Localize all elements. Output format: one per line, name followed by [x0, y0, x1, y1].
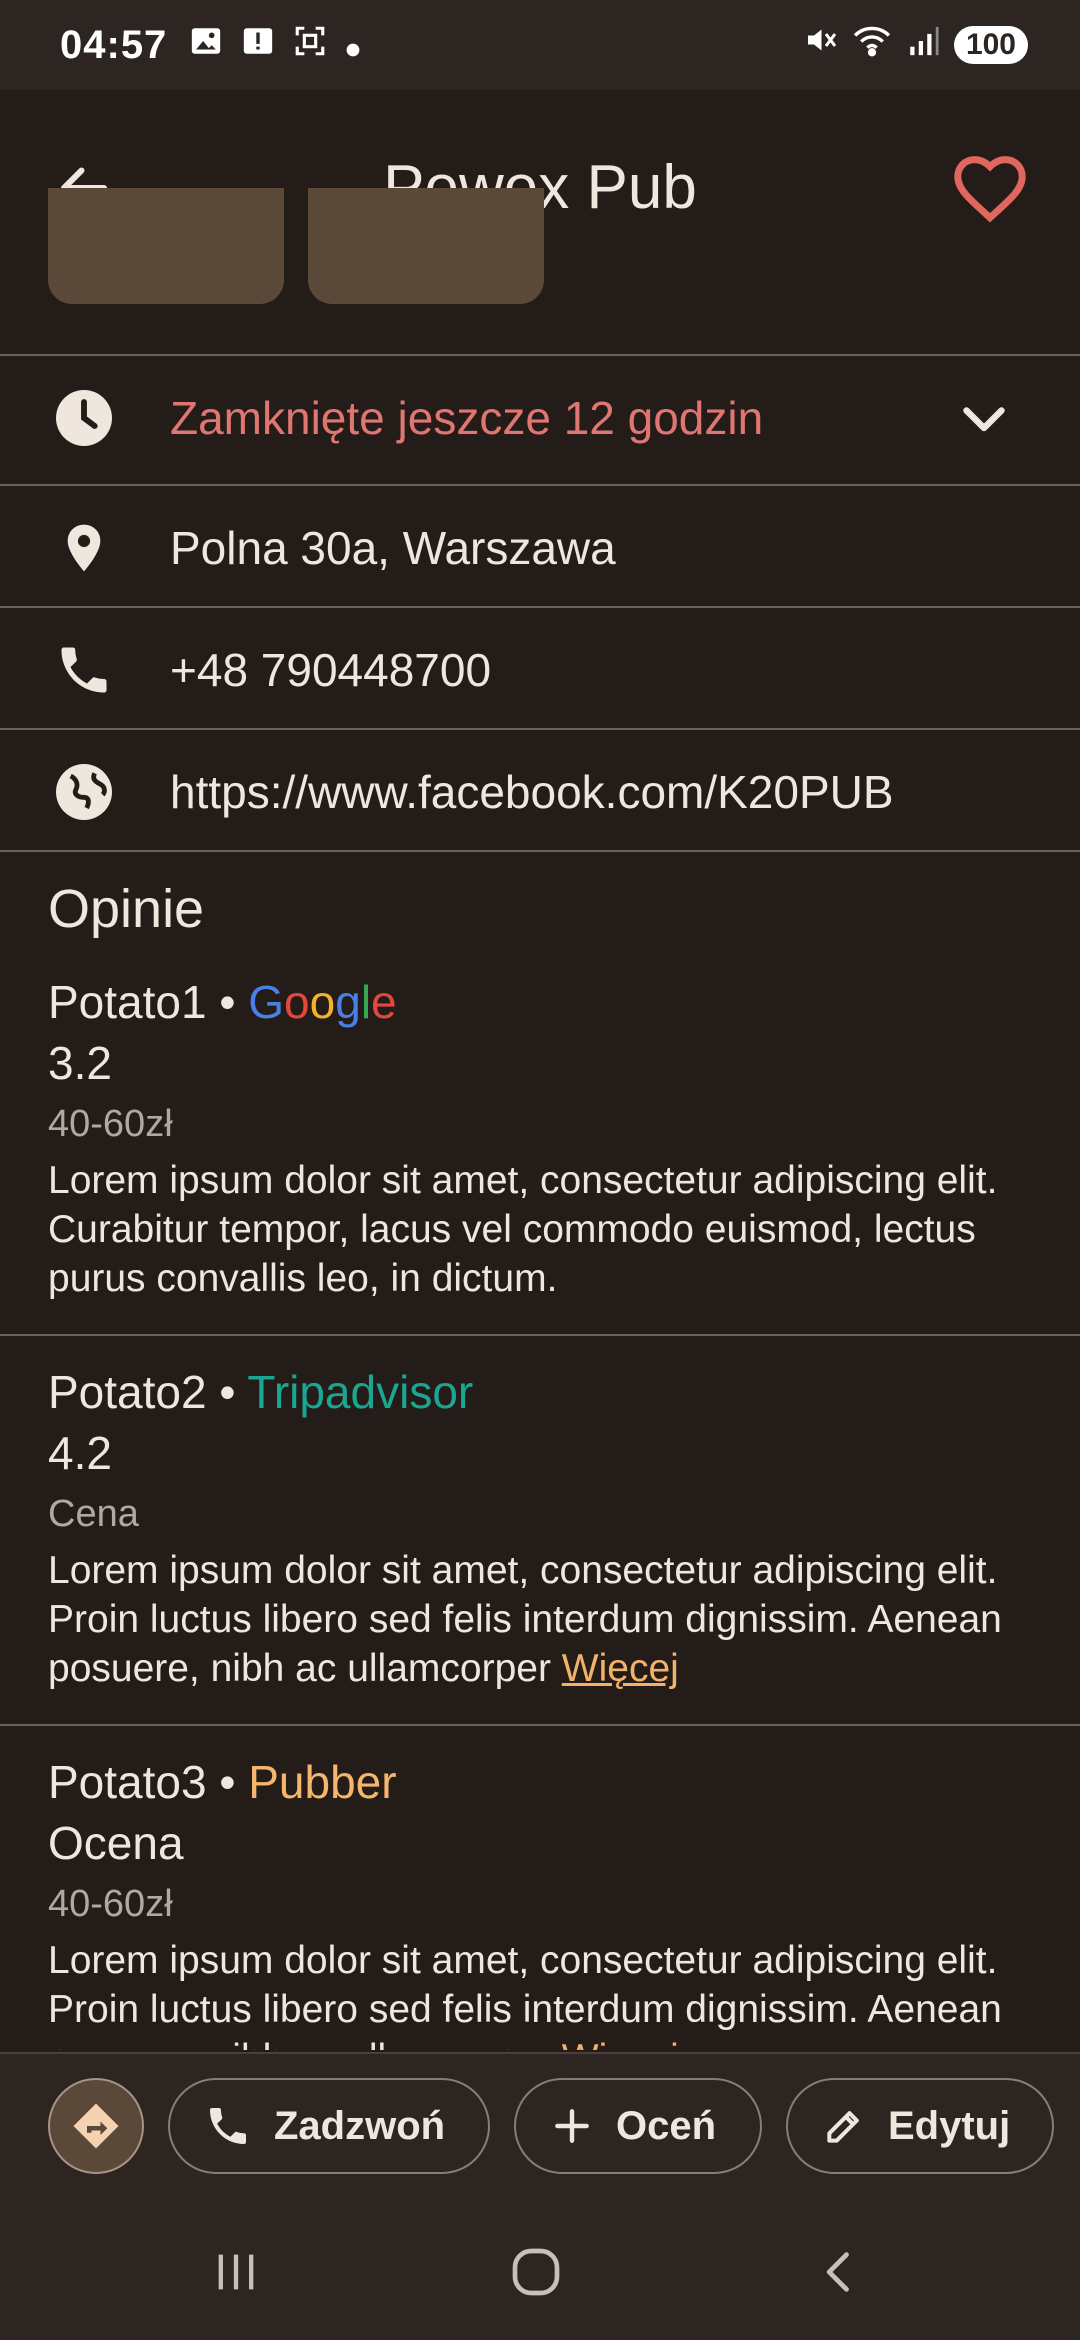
source-letter: g [335, 976, 361, 1028]
review-price: 40-60zł [48, 1883, 173, 1925]
chevron-down-icon[interactable] [952, 386, 1016, 450]
review-author: Potato1 [48, 976, 207, 1028]
review-source-google: Google [248, 976, 396, 1028]
nav-back-icon [826, 2252, 849, 2292]
more-link[interactable]: Więcej [562, 2037, 679, 2050]
phone-text: +48 790448700 [170, 644, 492, 696]
plus-icon [555, 2109, 589, 2143]
call-button[interactable]: Zadzwoń [168, 2078, 490, 2174]
home-button[interactable] [496, 2242, 576, 2302]
review-author: Potato2 [48, 1366, 207, 1418]
separator: • [219, 1756, 236, 1808]
favorite-button[interactable] [948, 146, 1032, 230]
directions-button[interactable] [48, 2078, 144, 2174]
action-bar: Zadzwoń Oceń Edytuj [0, 2052, 1080, 2198]
heart-outline-icon [954, 156, 1026, 223]
clock-icon [48, 382, 120, 454]
review-source: Tripadvisor [247, 1366, 474, 1418]
pencil-icon [827, 2111, 859, 2143]
more-link[interactable]: Więcej [562, 1647, 679, 1690]
source-letter: o [284, 976, 310, 1028]
status-bar: 04:57 100 [0, 0, 1080, 90]
screenshot-icon [293, 23, 327, 68]
address-text: Polna 30a, Warszawa [170, 522, 616, 574]
chips-row [48, 188, 544, 304]
review-price: 40-60zł [48, 1103, 173, 1145]
phone-icon [210, 2108, 246, 2144]
rate-label: Oceń [616, 2103, 717, 2148]
divider [0, 850, 1080, 852]
directions-icon [73, 2103, 119, 2149]
review-body: Lorem ipsum dolor sit amet, consectetur … [48, 1936, 1040, 2050]
phone-icon [48, 634, 120, 706]
review-rating: 3.2 [48, 1037, 112, 1089]
divider [0, 1334, 1080, 1336]
review-body: Lorem ipsum dolor sit amet, consectetur … [48, 1546, 1040, 1693]
system-nav-bar [0, 2198, 1080, 2340]
source-letter: e [371, 976, 397, 1028]
recents-icon [218, 2254, 254, 2290]
location-pin-icon [48, 512, 120, 584]
reviews-title: Opinie [48, 879, 205, 939]
divider [0, 354, 1080, 356]
review-body: Lorem ipsum dolor sit amet, consectetur … [48, 1159, 998, 1300]
review-item: Potato2 • Tripadvisor 4.2 Cena Lorem ips… [48, 1364, 1040, 1693]
separator: • [219, 1366, 236, 1418]
divider [0, 606, 1080, 608]
chip[interactable] [48, 188, 284, 304]
edit-button[interactable]: Edytuj [786, 2078, 1054, 2174]
review-rating: 4.2 [48, 1427, 112, 1479]
review-source: Pubber [248, 1756, 397, 1808]
phone-row[interactable]: +48 790448700 [0, 610, 1080, 730]
source-letter: l [360, 976, 372, 1028]
wifi-icon [852, 22, 892, 68]
review-item: Potato1 • Google 3.2 40-60zł Lorem ipsum… [48, 974, 1040, 1303]
source-letter: o [309, 976, 336, 1028]
nav-back-button[interactable] [800, 2242, 880, 2302]
hours-row[interactable]: Zamknięte jeszcze 12 godzin [0, 358, 1080, 478]
globe-icon [48, 756, 120, 828]
website-row[interactable]: https://www.facebook.com/K20PUB [0, 732, 1080, 852]
review-item: Potato3 • Pubber Ocena 40-60zł Lorem ips… [48, 1754, 1040, 2050]
separator: • [219, 976, 236, 1028]
review-header: Potato3 • Pubber [48, 1754, 1040, 1810]
review-author: Potato3 [48, 1756, 207, 1808]
status-time: 04:57 [60, 22, 168, 67]
edit-label: Edytuj [888, 2103, 1011, 2148]
review-price: Cena [48, 1493, 139, 1535]
review-rating: Ocena [48, 1817, 184, 1869]
divider [0, 728, 1080, 730]
chip[interactable] [308, 188, 544, 304]
home-icon [512, 2248, 560, 2296]
warning-icon [241, 23, 275, 68]
rate-button[interactable]: Oceń [514, 2078, 762, 2174]
review-header: Potato2 • Tripadvisor [48, 1364, 1040, 1420]
review-text: Lorem ipsum dolor sit amet, consectetur … [48, 1939, 1002, 2050]
recents-button[interactable] [196, 2242, 276, 2302]
source-letter: G [248, 976, 285, 1028]
battery-indicator: 100 [953, 26, 1028, 64]
app-bar: Pewex Pub [0, 90, 1080, 304]
website-text: https://www.facebook.com/K20PUB [170, 766, 894, 818]
mute-icon [802, 22, 838, 68]
image-icon [189, 23, 223, 68]
review-header: Potato1 • Google [48, 974, 1040, 1030]
divider [0, 1724, 1080, 1726]
address-row[interactable]: Polna 30a, Warszawa [0, 488, 1080, 608]
call-label: Zadzwoń [274, 2103, 446, 2148]
divider [0, 484, 1080, 486]
hours-status: Zamknięte jeszcze 12 godzin [170, 392, 764, 444]
dot-icon [345, 23, 361, 68]
signal-icon [906, 23, 940, 68]
review-text: Lorem ipsum dolor sit amet, consectetur … [48, 1549, 1002, 1690]
